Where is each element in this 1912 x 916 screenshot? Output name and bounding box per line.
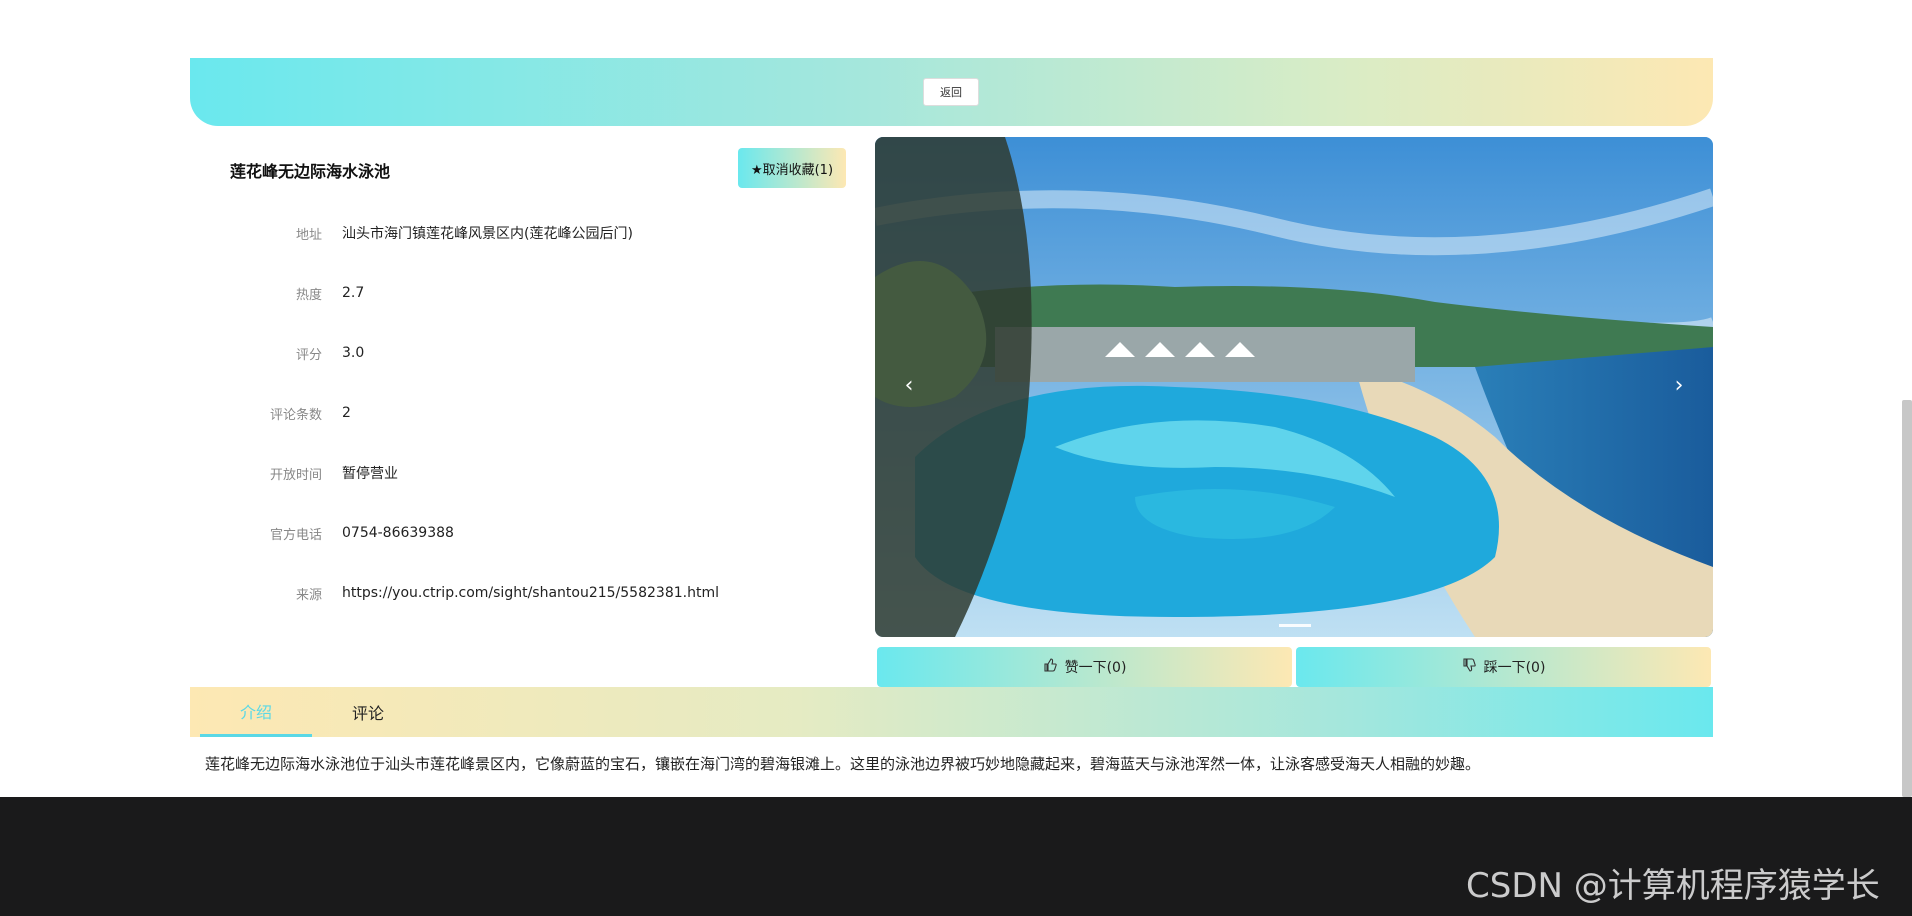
info-label: 开放时间 xyxy=(269,467,322,483)
info-value: 2 xyxy=(342,405,351,421)
image-carousel[interactable]: ‹ › xyxy=(875,137,1713,637)
info-value: 汕头市海门镇莲花峰风景区内(莲花峰公园后门) xyxy=(342,226,633,242)
info-label: 官方电话 xyxy=(269,527,322,543)
detail-tabs: 介绍 评论 xyxy=(190,687,1713,737)
scenic-detail-page: 返回 莲花峰无边际海水泳池 ★取消收藏(1) 地址 汕头市海门镇莲花峰风景区内(… xyxy=(0,0,1912,916)
dislike-button[interactable]: 踩一下(0) xyxy=(1296,647,1711,687)
tab-intro[interactable]: 介绍 xyxy=(200,687,312,737)
info-row-phone: 官方电话 0754-86639388 xyxy=(230,521,870,545)
info-label: 来源 xyxy=(295,587,322,603)
dislike-label: 踩一下(0) xyxy=(1483,660,1546,676)
chevron-left-icon: ‹ xyxy=(904,372,914,398)
intro-text: 莲花峰无边际海水泳池位于汕头市莲花峰景区内，它像蔚蓝的宝石，镶嵌在海门湾的碧海银… xyxy=(205,755,1481,773)
back-button[interactable]: 返回 xyxy=(923,78,979,106)
chevron-right-icon: › xyxy=(1674,372,1684,398)
info-value: 2.7 xyxy=(342,285,365,301)
carousel-indicator[interactable] xyxy=(1279,624,1311,627)
info-label: 评分 xyxy=(295,347,322,363)
like-button[interactable]: 赞一下(0) xyxy=(877,647,1292,687)
info-label: 地址 xyxy=(295,227,322,243)
scenic-photo xyxy=(875,137,1713,637)
cancel-favorite-button[interactable]: ★取消收藏(1) xyxy=(738,148,846,188)
info-row-address: 地址 汕头市海门镇莲花峰风景区内(莲花峰公园后门) xyxy=(230,221,870,245)
info-value: 3.0 xyxy=(342,345,365,361)
info-row-rating: 评分 3.0 xyxy=(230,341,870,365)
info-row-open-time: 开放时间 暂停营业 xyxy=(230,461,870,485)
info-label: 评论条数 xyxy=(269,407,322,423)
thumbs-up-icon xyxy=(1043,658,1057,676)
info-value: 暂停营业 xyxy=(342,466,398,482)
carousel-prev-button[interactable]: ‹ xyxy=(891,367,927,403)
carousel-next-button[interactable]: › xyxy=(1661,367,1697,403)
info-row-popularity: 热度 2.7 xyxy=(230,281,870,305)
like-label: 赞一下(0) xyxy=(1064,660,1127,676)
source-link[interactable]: https://you.ctrip.com/sight/shantou215/5… xyxy=(342,585,719,601)
info-label: 热度 xyxy=(295,287,322,303)
info-value: 0754-86639388 xyxy=(342,525,454,541)
info-row-source: 来源 https://you.ctrip.com/sight/shantou21… xyxy=(230,581,870,605)
page-scrollbar[interactable] xyxy=(1902,400,1912,797)
page-title: 莲花峰无边际海水泳池 xyxy=(230,162,391,181)
tab-comments[interactable]: 评论 xyxy=(312,687,424,737)
watermark: CSDN @计算机程序猿学长 xyxy=(1466,866,1880,906)
info-row-comment-count: 评论条数 2 xyxy=(230,401,870,425)
top-header-bar: 返回 xyxy=(190,58,1713,126)
thumbs-down-icon xyxy=(1462,658,1476,676)
